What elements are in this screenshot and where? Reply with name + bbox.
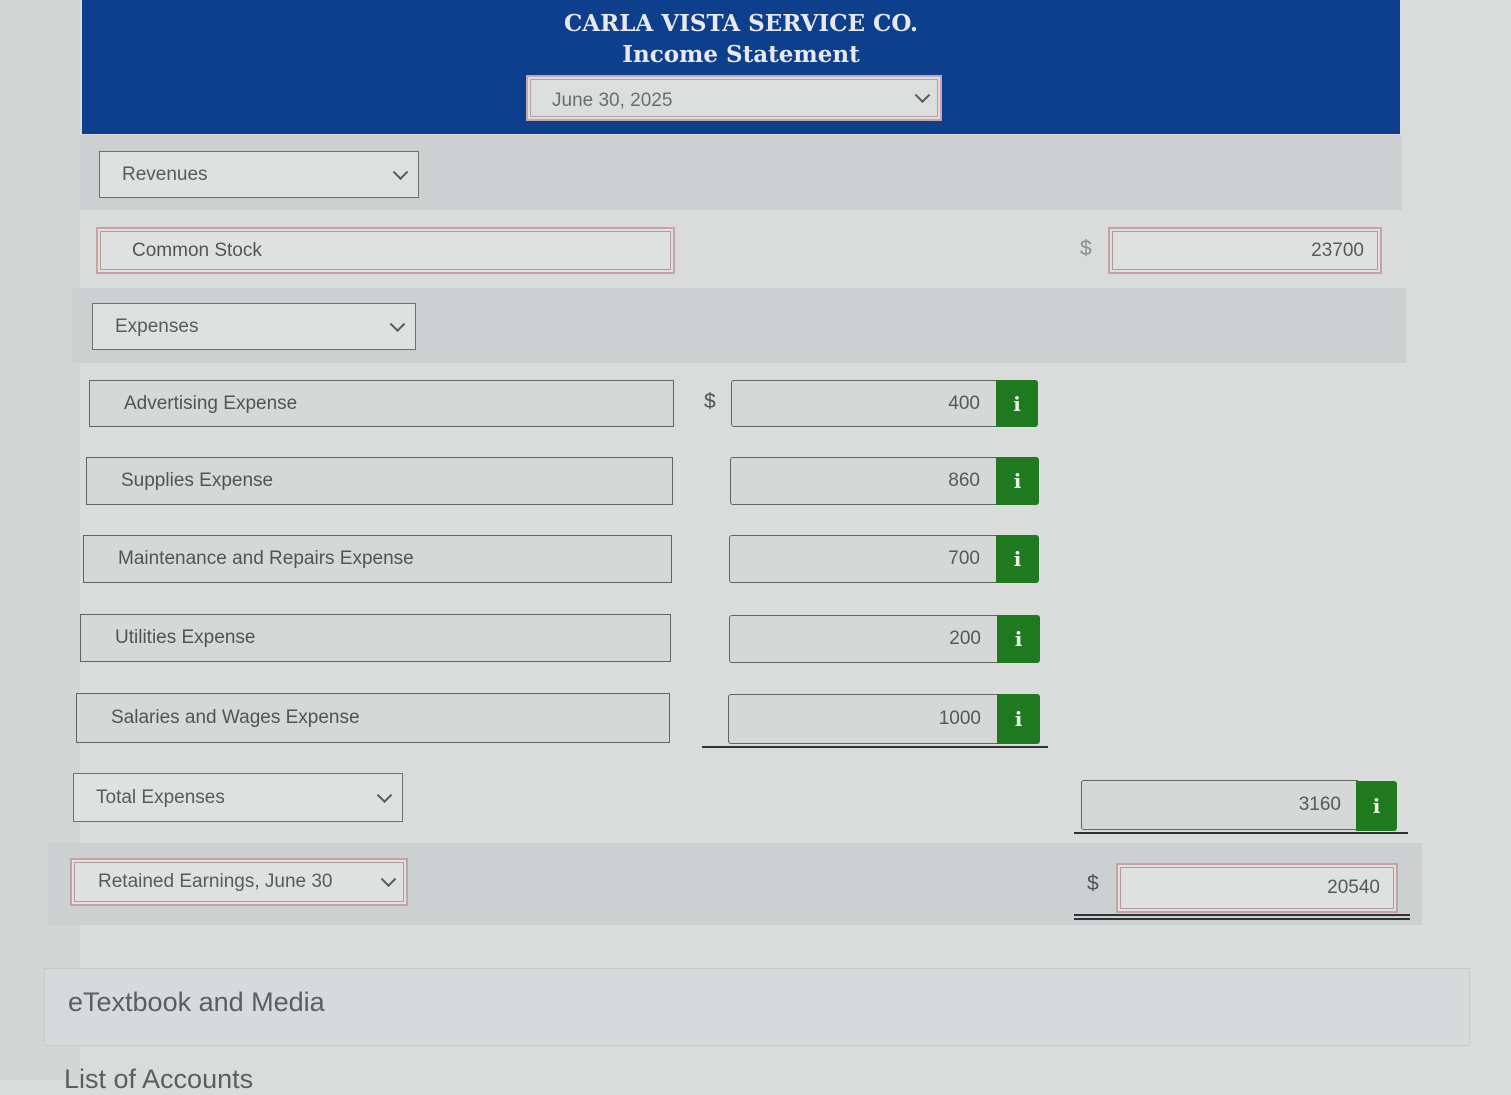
info-icon: i	[1014, 707, 1023, 731]
info-button[interactable]: i	[1356, 781, 1397, 831]
total-expenses-select[interactable]: Total Expenses	[73, 773, 403, 822]
info-button[interactable]: i	[996, 380, 1038, 427]
expense-currency: $	[704, 390, 716, 413]
company-name: CARLA VISTA SERVICE CO.	[563, 10, 919, 37]
result-select[interactable]: Retained Earnings, June 30	[70, 858, 408, 906]
expenses-select-value: Expenses	[115, 315, 199, 337]
total-expenses-value: 3160	[1298, 794, 1341, 815]
expense-account-value: Utilities Expense	[115, 627, 256, 648]
expense-amount-value: 200	[949, 628, 981, 649]
expense-amount-input[interactable]: 200	[729, 615, 998, 663]
expense-amount-value: 1000	[938, 708, 981, 729]
total-rule	[1074, 832, 1408, 834]
double-rule-bottom	[1074, 918, 1410, 920]
chevron-down-icon	[376, 786, 393, 803]
info-icon: i	[1372, 794, 1381, 818]
expense-amount-input[interactable]: 700	[729, 535, 997, 583]
etextbook-media-link[interactable]: eTextbook and Media	[68, 987, 325, 1018]
revenues-select-value: Revenues	[122, 163, 208, 185]
expense-account-field[interactable]: Salaries and Wages Expense	[76, 693, 670, 743]
expense-account-field[interactable]: Advertising Expense	[89, 380, 674, 427]
date-select-value: June 30, 2025	[552, 90, 673, 111]
revenue-account-field[interactable]: Common Stock	[96, 227, 675, 274]
expense-amount-input[interactable]: 860	[730, 457, 997, 505]
double-rule-top	[1074, 914, 1410, 916]
result-amount-input[interactable]: 20540	[1116, 863, 1398, 913]
chevron-down-icon	[392, 163, 409, 180]
expense-account-value: Salaries and Wages Expense	[111, 707, 360, 728]
expense-account-field[interactable]: Maintenance and Repairs Expense	[83, 535, 672, 583]
expense-amount-value: 400	[948, 392, 980, 414]
info-icon: i	[1014, 627, 1023, 651]
expense-amount-input[interactable]: 400	[731, 380, 997, 427]
subtotal-rule	[702, 746, 1048, 748]
info-icon: i	[1013, 547, 1022, 571]
info-icon: i	[1013, 391, 1021, 416]
result-amount-value: 20540	[1327, 877, 1380, 898]
date-select[interactable]: June 30, 2025	[526, 75, 942, 121]
revenue-amount-input[interactable]: 23700	[1108, 227, 1382, 274]
info-button[interactable]: i	[997, 694, 1040, 744]
result-select-value: Retained Earnings, June 30	[98, 871, 333, 892]
expense-account-field[interactable]: Supplies Expense	[86, 457, 673, 505]
info-button[interactable]: i	[997, 615, 1040, 663]
expense-amount-input[interactable]: 1000	[728, 694, 998, 744]
expense-amount-value: 700	[948, 548, 980, 569]
chevron-down-icon	[380, 871, 397, 888]
expense-account-value: Maintenance and Repairs Expense	[118, 548, 414, 569]
expense-account-value: Supplies Expense	[121, 470, 274, 491]
statement-title: Income Statement	[622, 41, 860, 68]
revenue-currency: $	[1080, 237, 1092, 260]
total-expenses-input[interactable]: 3160	[1081, 780, 1358, 830]
chevron-down-icon	[914, 87, 931, 104]
revenue-amount-value: 23700	[1311, 239, 1364, 261]
revenue-account-value: Common Stock	[132, 239, 262, 261]
expense-amount-value: 860	[948, 470, 980, 491]
expense-account-field[interactable]: Utilities Expense	[80, 614, 671, 662]
expenses-select[interactable]: Expenses	[92, 303, 416, 350]
info-icon: i	[1013, 469, 1022, 493]
chevron-down-icon	[389, 315, 406, 332]
total-expenses-select-value: Total Expenses	[96, 786, 225, 808]
info-button[interactable]: i	[996, 457, 1039, 505]
expense-account-value: Advertising Expense	[124, 392, 298, 414]
info-button[interactable]: i	[996, 535, 1039, 583]
revenues-select[interactable]: Revenues	[99, 151, 419, 198]
result-currency: $	[1087, 872, 1099, 895]
